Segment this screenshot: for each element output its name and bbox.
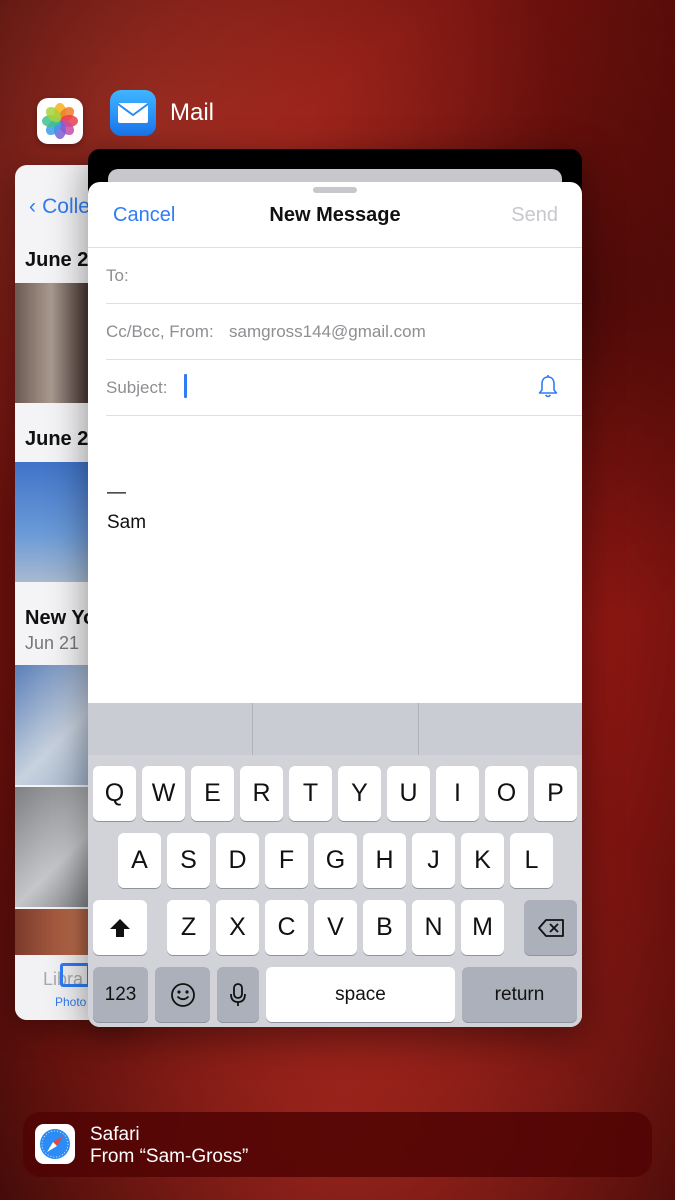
safari-app-icon	[35, 1124, 75, 1164]
microphone-icon	[230, 982, 246, 1006]
key-j[interactable]: J	[412, 833, 455, 888]
key-z[interactable]: Z	[167, 900, 210, 955]
from-address: samgross144@gmail.com	[229, 322, 426, 341]
photos-section-date: Jun 21	[25, 633, 80, 653]
predictive-bar[interactable]	[88, 703, 582, 755]
mail-app-card[interactable]: Cancel New Message Send To: Cc/Bcc, From…	[88, 149, 582, 1027]
photos-section-title: June 2	[25, 249, 89, 271]
compass-icon	[40, 1129, 70, 1159]
ccbcc-from-label: Cc/Bcc, From:	[106, 322, 214, 341]
backspace-icon	[537, 918, 564, 937]
space-key[interactable]: space	[266, 967, 455, 1022]
emoji-icon	[170, 982, 195, 1007]
predictive-divider	[252, 703, 253, 755]
key-x[interactable]: X	[216, 900, 259, 955]
handoff-banner[interactable]: Safari From “Sam-Gross”	[23, 1112, 652, 1177]
key-c[interactable]: C	[265, 900, 308, 955]
key-y[interactable]: Y	[338, 766, 381, 821]
handoff-app-name: Safari	[90, 1124, 140, 1145]
photos-section-title: New Yo	[25, 607, 96, 629]
photos-section-title: June 2	[25, 428, 89, 450]
return-key[interactable]: return	[462, 967, 577, 1022]
to-field[interactable]: To:	[106, 248, 582, 304]
key-b[interactable]: B	[363, 900, 406, 955]
text-cursor	[184, 374, 187, 398]
subject-field[interactable]: Subject:	[106, 360, 582, 416]
key-u[interactable]: U	[387, 766, 430, 821]
predictive-divider	[418, 703, 419, 755]
key-k[interactable]: K	[461, 833, 504, 888]
compose-sheet: Cancel New Message Send To: Cc/Bcc, From…	[88, 182, 582, 1027]
photos-back-button[interactable]: ‹ Colle	[29, 193, 90, 219]
tab-photos-label[interactable]: Photo	[55, 995, 86, 1009]
key-w[interactable]: W	[142, 766, 185, 821]
photos-app-icon[interactable]	[37, 98, 83, 144]
key-t[interactable]: T	[289, 766, 332, 821]
signature-dash: —	[107, 482, 126, 503]
keyboard: Q W E R T Y U I O P A S D F G H J K L Z …	[88, 703, 582, 1027]
photos-back-label: Colle	[42, 195, 90, 218]
key-f[interactable]: F	[265, 833, 308, 888]
key-i[interactable]: I	[436, 766, 479, 821]
numbers-key[interactable]: 123	[93, 967, 148, 1022]
key-s[interactable]: S	[167, 833, 210, 888]
delete-key[interactable]	[524, 900, 577, 955]
key-o[interactable]: O	[485, 766, 528, 821]
key-g[interactable]: G	[314, 833, 357, 888]
compose-nav-bar: Cancel New Message Send	[88, 182, 582, 248]
shift-key[interactable]	[93, 900, 147, 955]
key-q[interactable]: Q	[93, 766, 136, 821]
key-v[interactable]: V	[314, 900, 357, 955]
subject-label: Subject:	[106, 378, 168, 397]
shift-arrow-icon	[110, 918, 130, 937]
key-r[interactable]: R	[240, 766, 283, 821]
key-d[interactable]: D	[216, 833, 259, 888]
bell-icon[interactable]	[536, 374, 560, 400]
photos-tab-icon[interactable]	[60, 963, 90, 987]
emoji-key[interactable]	[155, 967, 210, 1022]
key-n[interactable]: N	[412, 900, 455, 955]
photos-flower-icon	[42, 103, 78, 139]
handoff-subtitle: From “Sam-Gross”	[90, 1146, 249, 1167]
compose-title: New Message	[269, 204, 401, 226]
key-m[interactable]: M	[461, 900, 504, 955]
signature-name: Sam	[107, 512, 147, 533]
ccbcc-from-field[interactable]: Cc/Bcc, From: samgross144@gmail.com	[106, 304, 582, 360]
key-e[interactable]: E	[191, 766, 234, 821]
send-button[interactable]: Send	[511, 204, 558, 227]
mail-app-name: Mail	[170, 99, 215, 126]
key-a[interactable]: A	[118, 833, 161, 888]
key-p[interactable]: P	[534, 766, 577, 821]
message-body[interactable]: — Sam	[107, 482, 146, 542]
envelope-icon	[117, 103, 149, 123]
key-l[interactable]: L	[510, 833, 553, 888]
chevron-left-icon: ‹	[29, 195, 36, 218]
key-h[interactable]: H	[363, 833, 406, 888]
to-label: To:	[106, 266, 129, 285]
mail-app-icon[interactable]	[110, 90, 156, 136]
dictation-key[interactable]	[217, 967, 259, 1022]
